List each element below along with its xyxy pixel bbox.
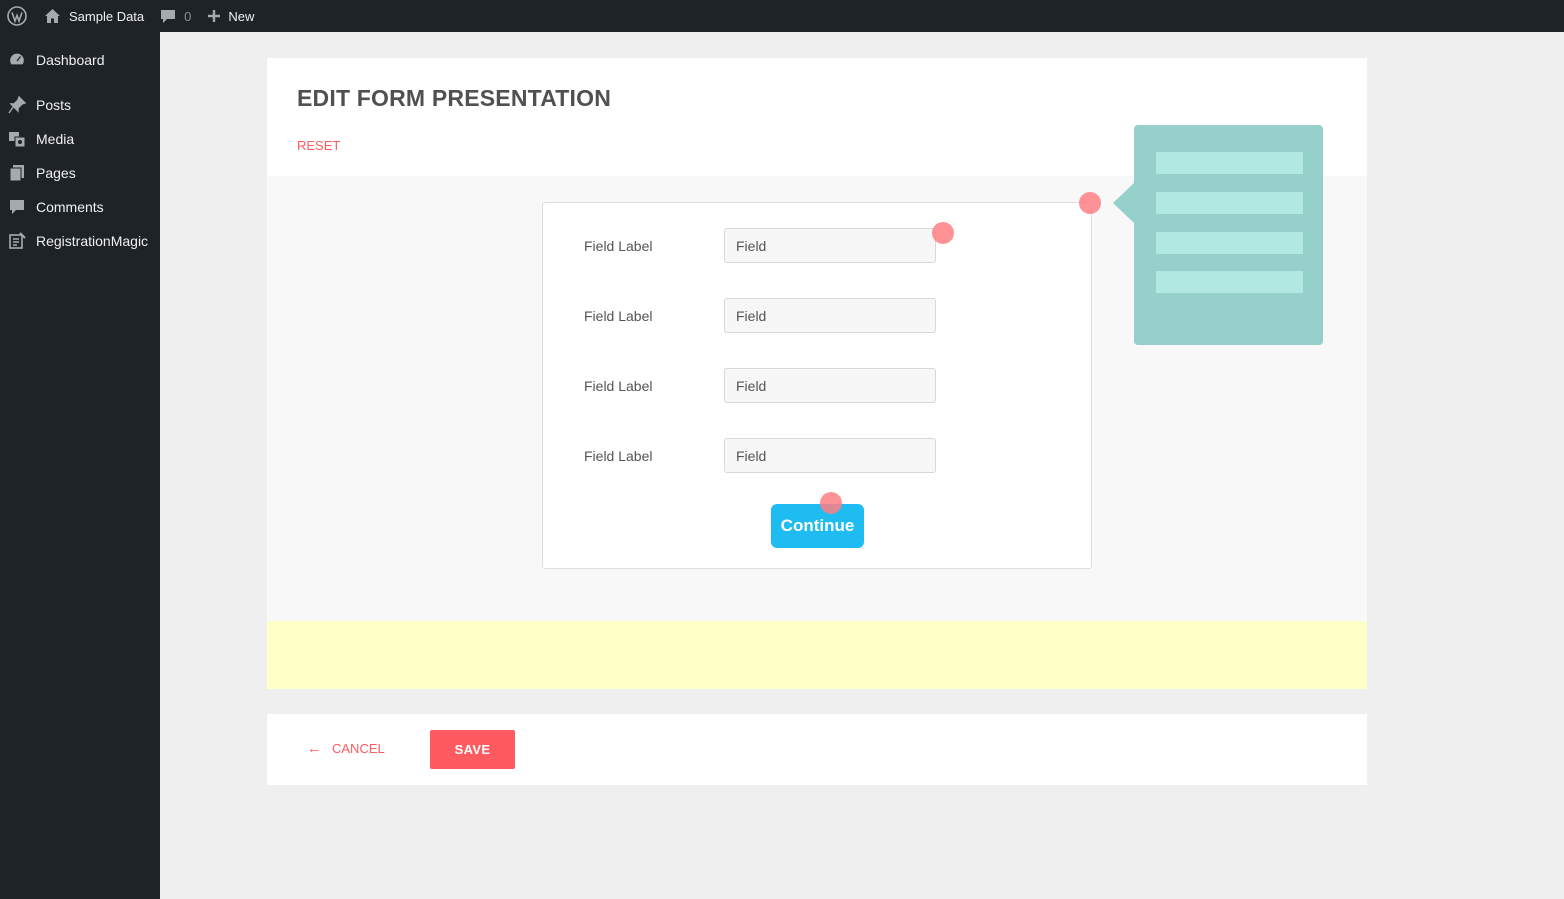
home-icon (45, 9, 60, 23)
sidebar-item-dashboard[interactable]: Dashboard (0, 43, 160, 77)
field-label: Field Label (584, 448, 653, 464)
sidebar-item-pages[interactable]: Pages (0, 156, 160, 190)
plus-icon (208, 10, 221, 22)
sidebar-item-label: Comments (36, 199, 104, 215)
comment-icon (0, 190, 36, 224)
form-row: Field Label (543, 438, 1093, 473)
sidebar-item-registrationmagic[interactable]: RegistrationMagic (0, 224, 160, 258)
save-button[interactable]: SAVE (430, 730, 515, 769)
site-name-link[interactable]: Sample Data (34, 0, 152, 32)
field-input[interactable] (724, 438, 936, 473)
form-container-style-hotspot[interactable] (1079, 192, 1101, 214)
style-panel-illustration (1113, 125, 1323, 345)
sidebar-item-label: RegistrationMagic (36, 233, 149, 249)
action-footer: ← CANCEL SAVE (267, 714, 1367, 785)
cancel-label: CANCEL (332, 741, 385, 756)
button-style-hotspot[interactable] (820, 492, 842, 514)
arrow-left-icon: ← (307, 740, 322, 757)
dashboard-icon (0, 43, 36, 77)
comment-bubble-icon (161, 9, 176, 23)
wordpress-logo-button[interactable] (0, 0, 34, 32)
cancel-link[interactable]: ← CANCEL (307, 740, 385, 757)
panel-bar (1156, 232, 1303, 254)
sidebar-item-media[interactable]: Media (0, 122, 160, 156)
field-label: Field Label (584, 378, 653, 394)
field-style-hotspot[interactable] (932, 222, 954, 244)
field-label: Field Label (584, 238, 653, 254)
panel-pointer (1113, 183, 1134, 223)
field-label: Field Label (584, 308, 653, 324)
field-input[interactable] (724, 298, 936, 333)
form-row: Field Label (543, 298, 1093, 333)
edit-form-presentation-card: EDIT FORM PRESENTATION RESET Field Label… (267, 58, 1367, 689)
sidebar-item-label: Posts (36, 97, 72, 113)
admin-bar: Sample Data 0 New (0, 0, 1564, 32)
field-input[interactable] (724, 228, 936, 263)
new-label: New (228, 8, 255, 24)
sidebar-item-posts[interactable]: Posts (0, 88, 160, 122)
new-content-link[interactable]: New (199, 0, 262, 32)
form-row: Field Label (543, 228, 1093, 263)
continue-button[interactable]: Continue (771, 504, 864, 548)
sidebar-item-comments[interactable]: Comments (0, 190, 160, 224)
sidebar-item-label: Dashboard (36, 52, 105, 68)
wordpress-logo-icon (7, 6, 27, 26)
page-title: EDIT FORM PRESENTATION (297, 85, 612, 111)
registrationmagic-icon (0, 224, 36, 258)
comments-link[interactable]: 0 (152, 0, 199, 32)
preview-footer-strip (267, 621, 1367, 689)
pages-icon (0, 156, 36, 190)
field-input[interactable] (724, 368, 936, 403)
panel-bar (1156, 271, 1303, 293)
sidebar-item-label: Pages (36, 165, 76, 181)
media-icon (0, 122, 36, 156)
form-row: Field Label (543, 368, 1093, 403)
panel-bar (1156, 192, 1303, 214)
comments-count: 0 (184, 8, 192, 24)
form-preview-box[interactable]: Field Label Field Label Field Label Fiel… (542, 202, 1092, 569)
site-name-label: Sample Data (69, 8, 145, 24)
panel-bar (1156, 152, 1303, 174)
sidebar-item-label: Media (36, 131, 75, 147)
reset-link[interactable]: RESET (297, 138, 340, 153)
admin-sidebar: Dashboard Posts Media Pages Comments Reg… (0, 32, 160, 899)
pin-icon (0, 88, 36, 122)
